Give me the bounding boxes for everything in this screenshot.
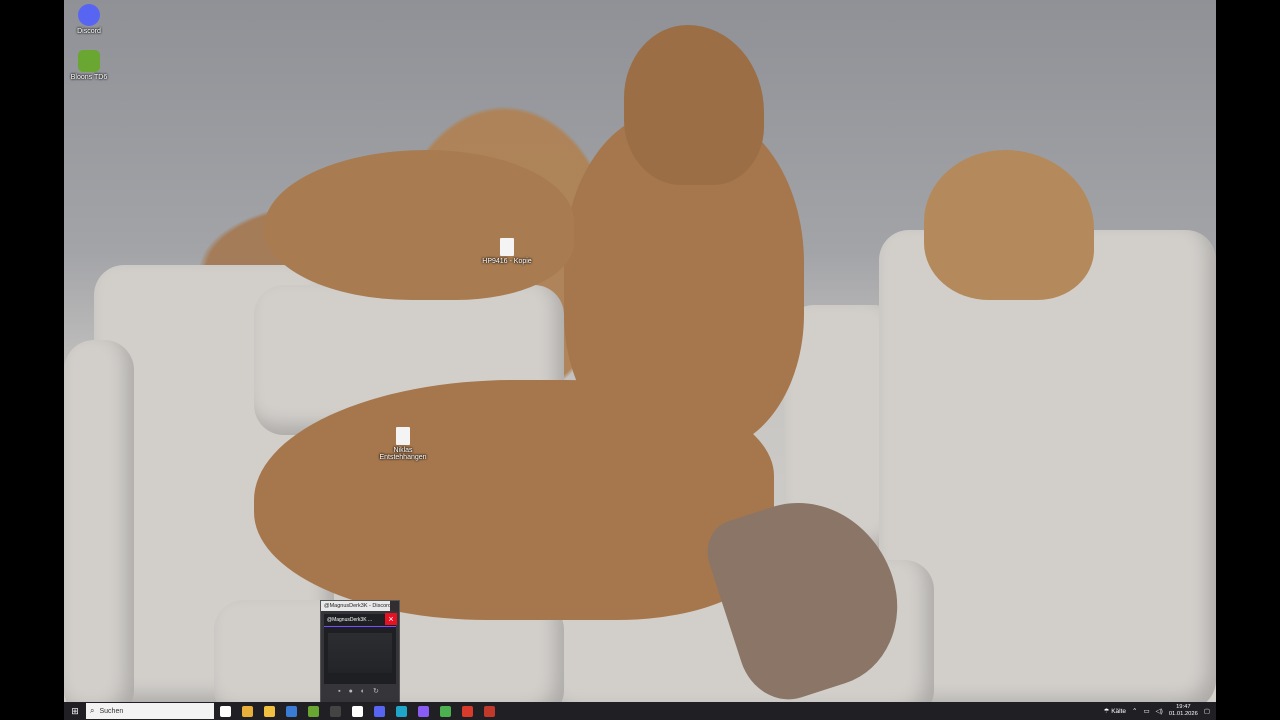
desktop-icon-label: Niklas Entstehhangen [379, 447, 427, 461]
document-file-icon [500, 238, 514, 256]
desktop-icon-discord[interactable]: Discord [64, 4, 114, 35]
edge-icon [395, 705, 407, 717]
app-purple-icon [417, 705, 429, 717]
capcut-icon [351, 705, 363, 717]
thumbnail-preview-content [328, 633, 392, 673]
bloons-td6-icon [78, 50, 100, 72]
file-explorer-icon [263, 705, 275, 717]
app-dark-taskbar-button[interactable] [324, 702, 346, 720]
thumbnail-title: @MagnusDerk3K - Discord [321, 601, 390, 611]
app-green-taskbar-button[interactable] [302, 702, 324, 720]
wallpaper-sea-lion-head [624, 25, 764, 185]
desktop-icon-label: Bloons TD6 [70, 74, 108, 81]
chrome-icon [241, 705, 253, 717]
tray-overflow-icon[interactable]: ⌃ [1132, 707, 1137, 715]
app-screen-icon [483, 705, 495, 717]
wallpaper-sleeping-sea-lion [264, 150, 574, 300]
clock-date: 01.01.2026 [1168, 711, 1198, 717]
windows-start-icon: ⊞ [71, 705, 79, 716]
app-blue-taskbar-button[interactable] [280, 702, 302, 720]
search-placeholder: Suchen [99, 707, 124, 715]
task-view-taskbar-button[interactable] [214, 702, 236, 720]
app-green-icon [307, 705, 319, 717]
minecraft-icon [439, 705, 451, 717]
thumbnail-controls[interactable]: ▪ ● ◐ ↻ [324, 687, 396, 699]
taskbar-clock[interactable]: 19:47 01.01.2026 [1169, 704, 1198, 718]
wallpaper-rock [64, 340, 134, 720]
app-blue-icon [285, 705, 297, 717]
weather-label: Kälte [1111, 708, 1127, 715]
clock-time: 19:47 [1176, 704, 1191, 710]
desktop-icon-bloons-td6[interactable]: Bloons TD6 [64, 50, 114, 81]
app-red-icon [461, 705, 473, 717]
app-purple-taskbar-button[interactable] [412, 702, 434, 720]
taskbar-apps [214, 702, 500, 720]
taskbar: ⊞ ⌕ Suchen ☂ Kälte ⌃ ▭ ◁) 19:47 01.01.20… [64, 702, 1216, 720]
search-icon: ⌕ [90, 706, 95, 715]
weather-widget[interactable]: ☂ Kälte [1104, 707, 1126, 715]
windows-start-button[interactable]: ⊞ [64, 702, 86, 720]
desktop-icon-label: HP9416 - Kopie [482, 258, 532, 265]
desktop-icon-hp9416-kopie[interactable]: HP9416 - Kopie [482, 238, 532, 265]
notification-icon[interactable]: ▢ [1204, 707, 1210, 715]
app-red-taskbar-button[interactable] [456, 702, 478, 720]
network-icon[interactable]: ▭ [1144, 707, 1150, 715]
minecraft-taskbar-button[interactable] [434, 702, 456, 720]
app-screen-taskbar-button[interactable] [478, 702, 500, 720]
capcut-taskbar-button[interactable] [346, 702, 368, 720]
edge-taskbar-button[interactable] [390, 702, 412, 720]
system-tray: ☂ Kälte ⌃ ▭ ◁) 19:47 01.01.2026 ▢ [1104, 704, 1216, 718]
volume-icon[interactable]: ◁) [1156, 707, 1163, 715]
taskbar-search-box[interactable]: ⌕ Suchen [86, 703, 214, 719]
desktop-icon-document[interactable]: Niklas Entstehhangen [372, 427, 434, 461]
discord-taskbar-icon [373, 705, 385, 717]
file-explorer-taskbar-button[interactable] [258, 702, 280, 720]
desktop-icon-label: Discord [77, 28, 101, 35]
wallpaper-background-sea-lion [924, 150, 1094, 300]
thumbnail-close-button[interactable]: × [385, 613, 397, 625]
chrome-taskbar-button[interactable] [236, 702, 258, 720]
app-dark-icon [329, 705, 341, 717]
task-view-icon [219, 705, 231, 717]
desktop-wallpaper: Discord Bloons TD6 HP9416 - Kopie Niklas… [64, 0, 1216, 720]
discord-icon [78, 4, 100, 26]
discord-taskbar-taskbar-button[interactable] [368, 702, 390, 720]
document-file-icon [396, 427, 410, 445]
